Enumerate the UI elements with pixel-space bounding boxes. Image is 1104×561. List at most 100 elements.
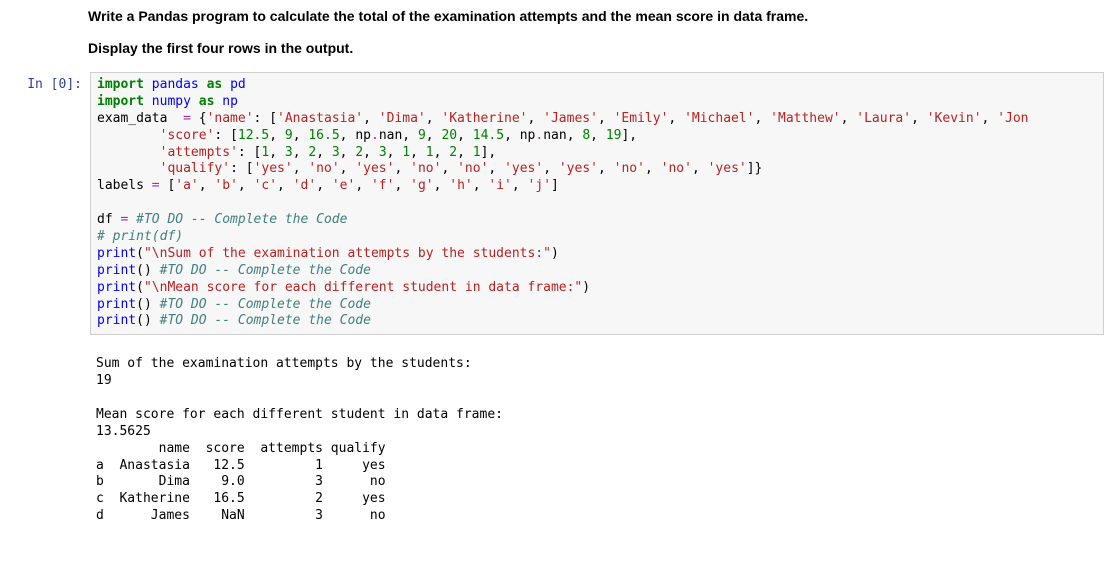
str: 'c'	[254, 178, 277, 193]
num: 14.5	[473, 128, 504, 143]
paren-empty: ()	[136, 263, 159, 278]
str: 'e'	[332, 178, 355, 193]
mod-pandas: pandas	[152, 77, 199, 92]
comment-todo: #TO DO -- Complete the Code	[160, 313, 371, 328]
np: np	[355, 128, 371, 143]
num: 1	[473, 145, 481, 160]
kw-import: import	[97, 94, 144, 109]
str: 'g'	[410, 178, 433, 193]
bracket-close: ],	[481, 145, 497, 160]
str: 'Katherine'	[441, 111, 527, 126]
fn-print: print	[97, 297, 136, 312]
fn-print: print	[97, 280, 136, 295]
colon-bracket: : [	[254, 111, 277, 126]
output-table-row: a Anastasia 12.5 1 yes	[96, 458, 386, 473]
num: 8	[582, 128, 590, 143]
output-table-row: b Dima 9.0 3 no	[96, 474, 386, 489]
bracket-close: ],	[621, 128, 637, 143]
str: 'a'	[175, 178, 198, 193]
comment-printdf: # print(df)	[97, 229, 183, 244]
num: 2	[449, 145, 457, 160]
markdown-cell: Write a Pandas program to calculate the …	[88, 8, 1084, 56]
comment-todo: #TO DO -- Complete the Code	[160, 297, 371, 312]
paren-empty: ()	[136, 313, 159, 328]
output-table-row: c Katherine 16.5 2 yes	[96, 491, 386, 506]
num: 1	[261, 145, 269, 160]
str: 'Anastasia'	[277, 111, 363, 126]
mod-numpy: numpy	[152, 94, 191, 109]
num: 12.5	[238, 128, 269, 143]
num: 3	[332, 145, 340, 160]
str: 'no'	[661, 161, 692, 176]
str: 'd'	[293, 178, 316, 193]
fn-print: print	[97, 246, 136, 261]
str: 'Laura'	[856, 111, 911, 126]
alias-np: np	[222, 94, 238, 109]
nan: nan	[379, 128, 402, 143]
paren-empty: ()	[136, 297, 159, 312]
brace-close: ]}	[747, 161, 763, 176]
output-line: 19	[96, 373, 112, 388]
indent	[97, 161, 160, 176]
str: 'j'	[528, 178, 551, 193]
str: 'Matthew'	[770, 111, 840, 126]
num: 20	[441, 128, 457, 143]
indent	[97, 128, 160, 143]
num: 16.5	[308, 128, 339, 143]
str: 'Dima'	[379, 111, 426, 126]
str: 'no'	[308, 161, 339, 176]
num: 9	[418, 128, 426, 143]
brace-open: {	[191, 111, 207, 126]
num: 1	[402, 145, 410, 160]
var-exam-data: exam_data	[97, 111, 183, 126]
colon-bracket: : [	[238, 145, 261, 160]
fn-print: print	[97, 263, 136, 278]
str: 'yes'	[559, 161, 598, 176]
np: np	[520, 128, 536, 143]
heading-1: Write a Pandas program to calculate the …	[88, 8, 1084, 24]
str: 'Emily'	[614, 111, 669, 126]
str: 'i'	[488, 178, 511, 193]
str: 'h'	[449, 178, 472, 193]
paren-open: (	[136, 246, 144, 261]
heading-2: Display the first four rows in the outpu…	[88, 40, 1084, 56]
comment-todo: #TO DO -- Complete the Code	[160, 263, 371, 278]
key-attempts: 'attempts'	[160, 145, 238, 160]
num: 3	[379, 145, 387, 160]
output-line: Sum of the examination attempts by the s…	[96, 356, 472, 371]
num: 2	[308, 145, 316, 160]
num: 19	[606, 128, 622, 143]
paren-close: )	[551, 246, 559, 261]
str: "\nMean score for each different student…	[144, 280, 582, 295]
key-score: 'score'	[160, 128, 215, 143]
input-prompt: In [0]:	[0, 72, 90, 92]
str: 'yes'	[355, 161, 394, 176]
dot: .	[371, 128, 379, 143]
colon-bracket: : [	[214, 128, 237, 143]
str: 'yes'	[708, 161, 747, 176]
bracket-close: ]	[551, 178, 559, 193]
kw-as: as	[199, 94, 215, 109]
paren-close: )	[582, 280, 590, 295]
str: "\nSum of the examination attempts by th…	[144, 246, 551, 261]
colon-bracket: : [	[230, 161, 253, 176]
op-assign: =	[152, 178, 160, 193]
str: 'Kevin'	[927, 111, 982, 126]
indent	[97, 145, 160, 160]
nan: nan	[543, 128, 566, 143]
var-labels: labels	[97, 178, 152, 193]
paren-open: (	[136, 280, 144, 295]
str: 'no'	[614, 161, 645, 176]
str: 'yes'	[254, 161, 293, 176]
op-assign: =	[183, 111, 191, 126]
output-line: 13.5625	[96, 424, 151, 439]
num: 1	[426, 145, 434, 160]
var-df: df	[97, 212, 120, 227]
str: 'no'	[457, 161, 488, 176]
num: 2	[355, 145, 363, 160]
key-name: 'name'	[207, 111, 254, 126]
code-input[interactable]: import pandas as pd import numpy as np e…	[90, 72, 1104, 335]
output-line: Mean score for each different student in…	[96, 407, 503, 422]
bracket-open: [	[160, 178, 176, 193]
fn-print: print	[97, 313, 136, 328]
